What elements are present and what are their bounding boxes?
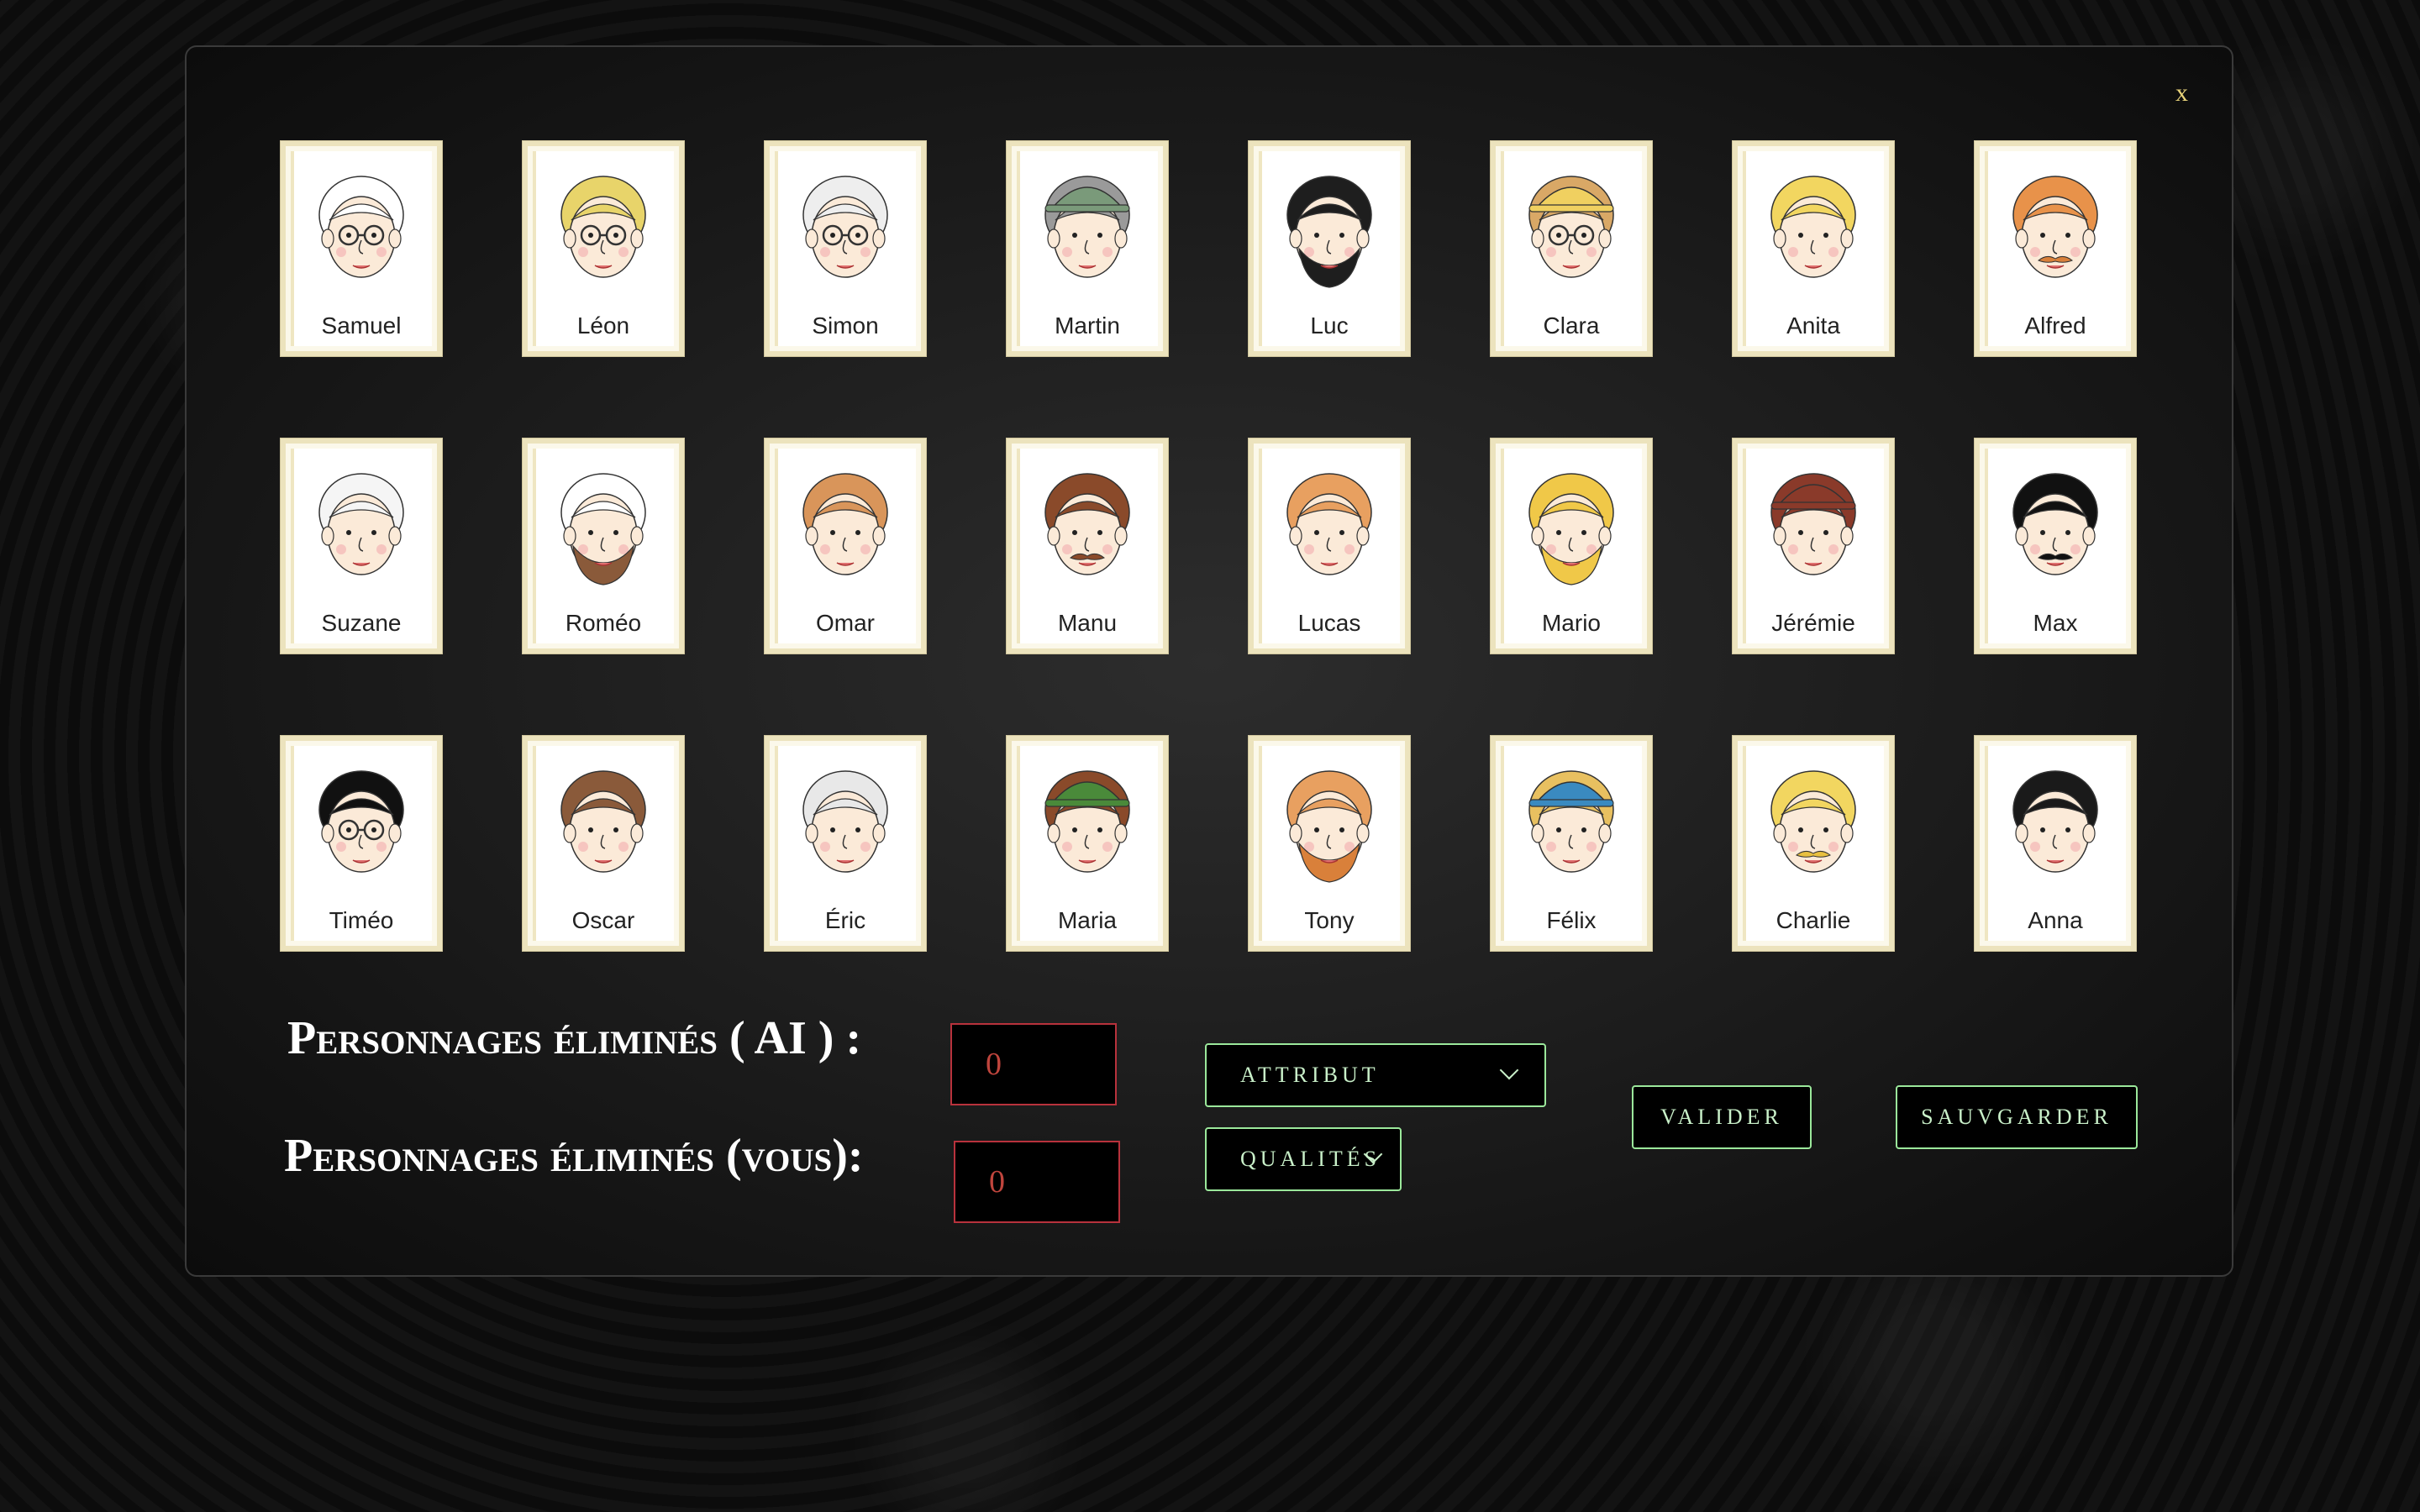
character-card[interactable]: Éric <box>764 735 927 952</box>
character-card[interactable]: Mario <box>1490 438 1653 654</box>
attribut-select[interactable]: ATTRIBUT <box>1205 1043 1546 1107</box>
face-portrait-icon <box>1770 770 1856 873</box>
valider-button[interactable]: VALIDER <box>1632 1085 1812 1149</box>
qualites-select[interactable]: QUALITÉS <box>1205 1127 1402 1191</box>
character-card[interactable]: Tony <box>1248 735 1411 952</box>
character-card[interactable]: Léon <box>522 140 685 357</box>
character-card[interactable]: Charlie <box>1732 735 1895 952</box>
face-portrait-icon <box>1528 176 1614 278</box>
chevron-down-icon <box>1499 1060 1519 1080</box>
character-name: Jérémie <box>1771 610 1855 636</box>
sauvgarder-button[interactable]: SAUVGARDER <box>1896 1085 2138 1149</box>
character-card[interactable]: Clara <box>1490 140 1653 357</box>
face-portrait-icon <box>2012 473 2098 575</box>
character-name: Mario <box>1541 610 1601 636</box>
ai-eliminated-count: 0 <box>950 1023 1117 1105</box>
character-name: Maria <box>1057 907 1117 933</box>
character-card[interactable]: Luc <box>1248 140 1411 357</box>
character-card[interactable]: Simon <box>764 140 927 357</box>
you-eliminated-count: 0 <box>954 1141 1120 1223</box>
character-card[interactable]: Anna <box>1974 735 2137 952</box>
face-portrait-icon <box>1286 473 1372 575</box>
character-name: Martin <box>1055 312 1120 339</box>
character-name: Lucas <box>1297 610 1361 636</box>
character-name: Éric <box>824 907 866 933</box>
qualites-select-label: QUALITÉS <box>1240 1147 1381 1171</box>
close-button[interactable]: x <box>2175 79 2188 108</box>
character-name: Félix <box>1546 907 1597 933</box>
character-name: Luc <box>1310 312 1349 339</box>
character-card[interactable]: Roméo <box>522 438 685 654</box>
face-portrait-icon <box>1528 770 1614 873</box>
face-portrait-icon <box>802 473 888 575</box>
character-name: Anita <box>1786 312 1840 339</box>
face-portrait-icon <box>560 176 646 278</box>
character-name: Alfred <box>2024 312 2086 339</box>
face-portrait-icon <box>560 473 646 585</box>
character-name: Roméo <box>565 610 642 636</box>
face-portrait-icon <box>802 176 888 278</box>
game-modal: x Samuel Léon Simon Martin Luc Clara Anita Alfr… <box>185 45 2233 1277</box>
character-name: Anna <box>2028 907 2083 933</box>
face-portrait-icon <box>1770 176 1856 278</box>
face-portrait-icon <box>1286 770 1372 883</box>
face-portrait-icon <box>1044 770 1130 873</box>
character-card[interactable]: Alfred <box>1974 140 2137 357</box>
face-portrait-icon <box>1044 473 1130 575</box>
character-card[interactable]: Félix <box>1490 735 1653 952</box>
face-portrait-icon <box>560 770 646 873</box>
character-name: Omar <box>816 610 875 636</box>
character-card[interactable]: Lucas <box>1248 438 1411 654</box>
face-portrait-icon <box>2012 770 2098 873</box>
character-card[interactable]: Suzane <box>280 438 443 654</box>
face-portrait-icon <box>2012 176 2098 278</box>
character-card[interactable]: Timéo <box>280 735 443 952</box>
ai-eliminated-label: Personnages éliminés ( AI ) : <box>287 1012 862 1064</box>
character-card[interactable]: Manu <box>1006 438 1169 654</box>
character-name: Léon <box>576 312 630 339</box>
character-name: Charlie <box>1776 907 1851 933</box>
character-card[interactable]: Martin <box>1006 140 1169 357</box>
character-card[interactable]: Samuel <box>280 140 443 357</box>
face-portrait-icon <box>318 473 404 575</box>
character-name: Tony <box>1304 907 1355 933</box>
attribut-select-label: ATTRIBUT <box>1240 1063 1380 1087</box>
character-name: Clara <box>1543 312 1600 339</box>
face-portrait-icon <box>1528 473 1614 585</box>
character-grid: Samuel Léon Simon Martin Luc Clara Anita Alfred… <box>280 140 2138 952</box>
character-name: Manu <box>1057 610 1118 636</box>
character-card[interactable]: Maria <box>1006 735 1169 952</box>
character-card[interactable]: Omar <box>764 438 927 654</box>
face-portrait-icon <box>1770 473 1856 575</box>
face-portrait-icon <box>318 176 404 278</box>
character-card[interactable]: Oscar <box>522 735 685 952</box>
you-eliminated-label: Personnages éliminés (vous): <box>284 1130 864 1182</box>
face-portrait-icon <box>1044 176 1130 278</box>
character-card[interactable]: Jérémie <box>1732 438 1895 654</box>
face-portrait-icon <box>802 770 888 873</box>
character-card[interactable]: Max <box>1974 438 2137 654</box>
character-name: Simon <box>812 312 879 339</box>
character-card[interactable]: Anita <box>1732 140 1895 357</box>
character-name: Samuel <box>321 312 402 339</box>
character-name: Oscar <box>571 907 635 933</box>
face-portrait-icon <box>1286 176 1372 288</box>
character-name: Max <box>2033 610 2078 636</box>
character-name: Timéo <box>329 907 394 933</box>
face-portrait-icon <box>318 770 404 873</box>
character-name: Suzane <box>321 610 402 636</box>
